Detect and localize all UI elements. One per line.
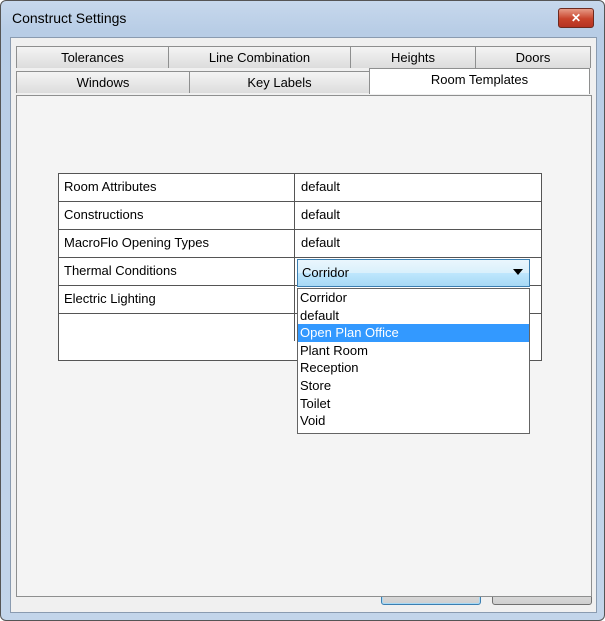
combo-selected-value: Corridor [302, 265, 349, 280]
row-label: Room Attributes [59, 174, 295, 201]
dropdown-option[interactable]: Void [298, 412, 529, 430]
tab-room-templates[interactable]: Room Templates [369, 68, 590, 94]
dropdown-option[interactable]: Corridor [298, 289, 529, 307]
row-label: Thermal Conditions [59, 258, 295, 285]
thermal-conditions-combo[interactable]: Corridor [297, 259, 530, 287]
chevron-down-icon[interactable] [513, 269, 523, 275]
dropdown-option-highlighted[interactable]: Open Plan Office [298, 324, 529, 342]
dropdown-option[interactable]: Plant Room [298, 342, 529, 360]
tab-tolerances[interactable]: Tolerances [16, 46, 169, 68]
row-label: Constructions [59, 202, 295, 229]
title-bar[interactable]: Construct Settings ✕ [1, 1, 604, 37]
tab-key-labels[interactable]: Key Labels [189, 71, 370, 93]
table-row[interactable]: Room Attributes default [59, 174, 541, 202]
row-value[interactable]: default [297, 202, 535, 229]
dropdown-option[interactable]: Toilet [298, 395, 529, 413]
tab-heights[interactable]: Heights [350, 46, 476, 68]
dropdown-option[interactable]: Store [298, 377, 529, 395]
construct-settings-window: Construct Settings ✕ Tolerances Line Com… [0, 0, 605, 621]
table-row[interactable]: MacroFlo Opening Types default [59, 230, 541, 258]
close-icon: ✕ [570, 11, 582, 25]
row-value[interactable]: default [297, 230, 535, 257]
tab-doors[interactable]: Doors [475, 46, 591, 68]
window-title: Construct Settings [12, 10, 127, 26]
close-button[interactable]: ✕ [558, 8, 594, 28]
row-label: Electric Lighting [59, 286, 295, 313]
tab-windows[interactable]: Windows [16, 71, 190, 93]
dropdown-option[interactable]: default [298, 307, 529, 325]
row-value[interactable]: default [297, 174, 535, 201]
table-row[interactable]: Constructions default [59, 202, 541, 230]
tab-line-combination[interactable]: Line Combination [168, 46, 351, 68]
row-label [59, 314, 295, 341]
thermal-conditions-dropdown[interactable]: Corridor default Open Plan Office Plant … [297, 288, 530, 434]
dropdown-option[interactable]: Reception [298, 359, 529, 377]
row-label: MacroFlo Opening Types [59, 230, 295, 257]
